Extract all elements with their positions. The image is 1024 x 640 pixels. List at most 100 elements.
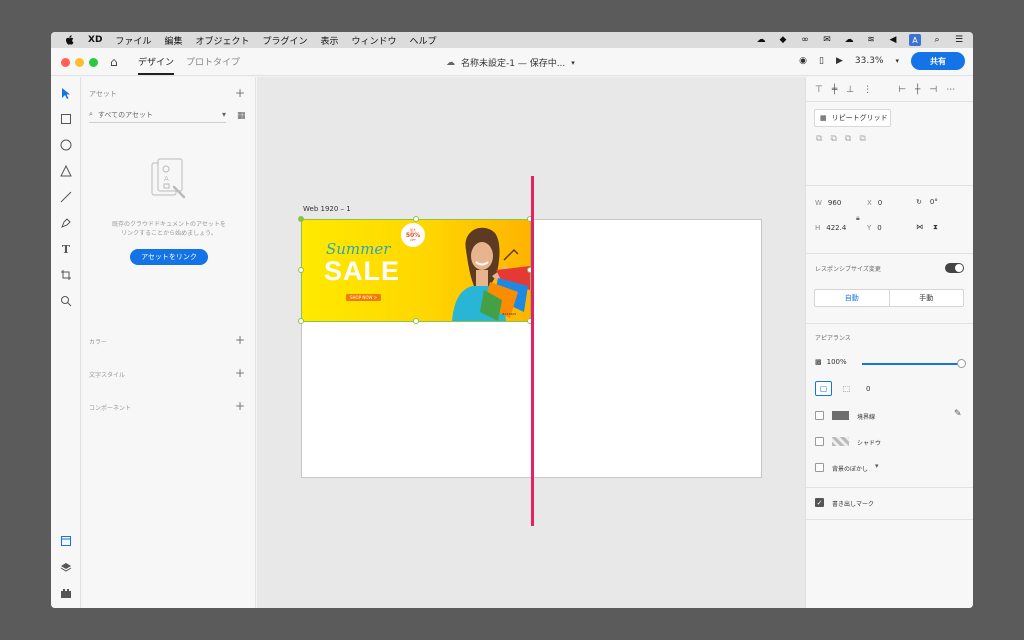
intersect-boolean-icon[interactable]: ⧉ [845, 134, 851, 144]
menu-edit[interactable]: 編集 [164, 34, 182, 47]
polygon-tool-icon[interactable] [58, 163, 74, 179]
menu-view[interactable]: 表示 [320, 34, 338, 47]
y-field[interactable]: Y0 [867, 224, 882, 232]
flip-horizontal-icon[interactable]: ⋈ [916, 223, 923, 231]
seg-manual[interactable]: 手動 [888, 290, 964, 306]
volume-icon[interactable]: ◀ [887, 34, 899, 46]
document-title[interactable]: ☁ 名称未設定-1 — 保存中... ▾ [446, 56, 575, 70]
repeat-grid-button[interactable]: ▦ リピートグリッド [814, 109, 891, 127]
design-canvas[interactable]: Web 1920 – 1 Summer SALE SHOP NOW > 最大 5… [257, 77, 805, 608]
menu-help[interactable]: ヘルプ [410, 34, 437, 47]
home-icon[interactable]: ⌂ [110, 55, 118, 69]
add-char-style-icon[interactable]: + [235, 366, 245, 380]
menu-xd[interactable]: XD [88, 35, 102, 45]
line-tool-icon[interactable] [58, 189, 74, 205]
layers-panel-icon[interactable] [58, 559, 74, 575]
align-center-icon[interactable]: ┼ [915, 85, 920, 95]
text-tool-icon[interactable]: T [58, 241, 74, 257]
share-button[interactable]: 共有 [911, 52, 965, 70]
subtract-boolean-icon[interactable]: ⧉ [830, 134, 836, 144]
pen-tool-icon[interactable] [58, 215, 74, 231]
menu-object[interactable]: オブジェクト [195, 34, 249, 47]
x-field[interactable]: X0 [867, 199, 882, 207]
minimize-window-button[interactable] [75, 58, 84, 67]
wifi-icon[interactable]: ≋ [865, 34, 877, 46]
rotation-field[interactable]: ↻ 0° [916, 198, 938, 206]
align-top-icon[interactable]: ⊤ [815, 85, 823, 95]
add-color-icon[interactable]: + [235, 333, 245, 347]
chevron-down-icon[interactable]: ▾ [222, 110, 226, 119]
edit-pencil-icon[interactable] [298, 216, 304, 222]
align-bottom-icon[interactable]: ⊥ [846, 85, 854, 95]
menu-file[interactable]: ファイル [115, 34, 151, 47]
opacity-field[interactable]: ▩ 100% [815, 358, 847, 366]
resize-handle-top[interactable] [413, 216, 419, 222]
dropbox-icon[interactable]: ◆ [777, 34, 789, 46]
align-spacer [881, 85, 889, 95]
zoom-level[interactable]: 33.3% [855, 56, 884, 66]
border-checkbox[interactable] [815, 411, 824, 420]
add-asset-icon[interactable]: + [235, 86, 245, 100]
list-icon[interactable]: ☰ [953, 34, 965, 46]
eyedropper-icon[interactable]: ✎ [954, 409, 962, 419]
asset-search-input[interactable]: ⌕ すべてのアセット ▾ [89, 107, 226, 123]
height-field[interactable]: H 422.4 [815, 224, 846, 232]
search-icon[interactable]: ⌕ [931, 34, 943, 46]
ellipse-tool-icon[interactable] [58, 137, 74, 153]
menu-window[interactable]: ウィンドウ [352, 34, 397, 47]
shadow-checkbox[interactable] [815, 437, 824, 446]
zoom-chevron-icon[interactable]: ▾ [895, 57, 899, 65]
summer-sale-banner[interactable]: Summer SALE SHOP NOW > 最大 50% OFF #2334A… [301, 219, 531, 322]
artboard-tool-icon[interactable] [58, 267, 74, 283]
exclude-boolean-icon[interactable]: ⧉ [859, 134, 865, 144]
responsive-toggle[interactable] [945, 263, 964, 273]
play-icon[interactable]: ▶ [836, 56, 843, 66]
align-left-icon[interactable]: ⊢ [898, 85, 906, 95]
opacity-slider[interactable] [862, 363, 961, 365]
cloud-upload-icon[interactable]: ☁ [843, 34, 855, 46]
resize-handle-left[interactable] [298, 267, 304, 273]
corner-individual-button[interactable]: ⬚ [838, 381, 855, 396]
background-blur-checkbox[interactable] [815, 463, 824, 472]
seg-auto[interactable]: 自動 [815, 290, 889, 306]
zoom-tool-icon[interactable] [58, 293, 74, 309]
close-window-button[interactable] [61, 58, 70, 67]
opacity-slider-knob[interactable] [957, 359, 966, 368]
user-icon[interactable]: ◉ [799, 56, 807, 66]
lock-aspect-icon[interactable]: 🔒︎ [856, 214, 860, 223]
export-mark-checkbox[interactable]: ✓ [815, 498, 824, 507]
rectangle-tool-icon[interactable] [58, 111, 74, 127]
resize-handle-bottom-left[interactable] [298, 318, 304, 324]
resize-handle-bottom[interactable] [413, 318, 419, 324]
border-color-swatch[interactable] [832, 411, 849, 420]
banner-headline: SALE [324, 256, 401, 286]
corner-radius-field[interactable]: 0 [866, 385, 870, 393]
grid-view-icon[interactable]: ▦ [237, 111, 246, 121]
zoom-window-button[interactable] [89, 58, 98, 67]
tab-prototype[interactable]: プロトタイプ [186, 55, 240, 68]
width-field[interactable]: W 960 [815, 199, 841, 207]
distribute-vertical-icon[interactable]: ⋮ [863, 85, 872, 95]
artboard-label[interactable]: Web 1920 – 1 [303, 205, 351, 213]
add-component-icon[interactable]: + [235, 399, 245, 413]
shadow-color-swatch[interactable] [832, 437, 849, 446]
add-boolean-icon[interactable]: ⧉ [816, 134, 822, 144]
distribute-horizontal-icon[interactable]: ⋯ [946, 85, 955, 95]
link-assets-button[interactable]: アセットをリンク [130, 249, 208, 265]
apple-icon[interactable] [64, 34, 76, 46]
corner-uniform-button[interactable]: ▢ [815, 381, 832, 396]
align-right-icon[interactable]: ⊣ [929, 85, 937, 95]
assets-panel-icon[interactable] [58, 533, 74, 549]
cloud-sync-icon[interactable]: ☁ [755, 34, 767, 46]
tab-design[interactable]: デザイン [138, 55, 175, 75]
chevron-down-icon[interactable]: ▾ [875, 462, 879, 470]
menu-plugins[interactable]: プラグイン [262, 34, 307, 47]
select-tool-icon[interactable] [58, 85, 74, 101]
device-preview-icon[interactable]: ▯ [819, 56, 824, 66]
plugins-panel-icon[interactable] [58, 585, 74, 601]
align-middle-icon[interactable]: ╪ [832, 85, 837, 95]
mail-alert-icon[interactable]: ✉ [821, 34, 833, 46]
input-method-icon[interactable]: A [909, 34, 921, 46]
flip-vertical-icon[interactable]: ⧗ [933, 223, 938, 232]
creative-cloud-icon[interactable]: ∞ [799, 34, 811, 46]
